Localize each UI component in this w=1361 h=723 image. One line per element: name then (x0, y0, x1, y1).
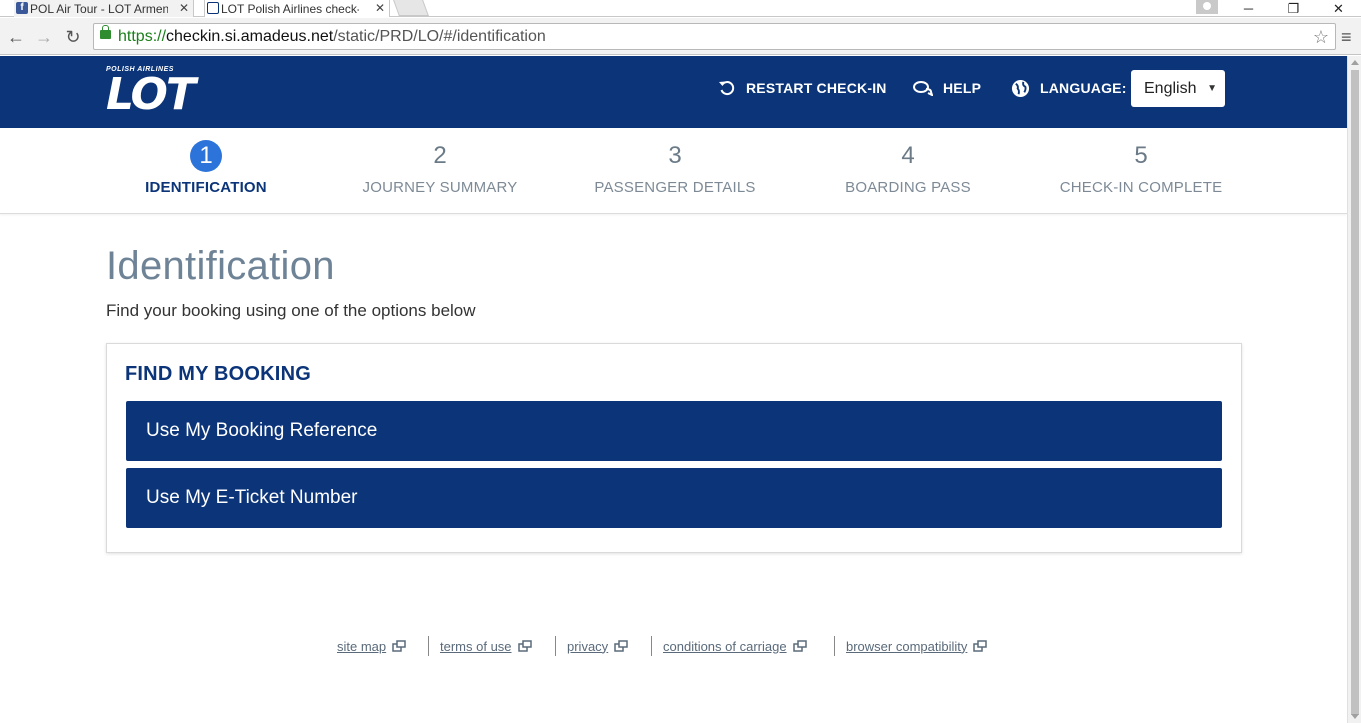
step-boarding-pass: 4 BOARDING PASS (798, 140, 1018, 196)
footer-link-label: conditions of carriage (663, 638, 787, 654)
step-number: 4 (901, 142, 915, 169)
url-path: /static/PRD/LO/#/identification (333, 28, 546, 45)
footer-link-label: site map (337, 638, 387, 654)
step-checkin-complete: 5 CHECK-IN COMPLETE (1031, 140, 1251, 196)
tab-title: LOT Polish Airlines check-i (221, 1, 359, 16)
dropdown-caret-icon: ▼ (1207, 83, 1217, 94)
lot-logo[interactable]: POLISH AIRLINES LOT (106, 66, 221, 118)
browser-toolbar: ← → ↻ https://checkin.si.amadeus.net/sta… (0, 18, 1361, 55)
footer-divider (651, 636, 652, 656)
globe-icon (1011, 79, 1030, 97)
address-bar[interactable]: https://checkin.si.amadeus.net/static/PR… (93, 23, 1336, 50)
close-tab-icon[interactable]: ✕ (179, 1, 189, 15)
step-number: 5 (1134, 142, 1148, 169)
language-value: English (1144, 80, 1197, 97)
external-link-icon (614, 640, 628, 652)
facebook-icon: f (16, 2, 28, 14)
url-scheme: https:// (118, 28, 167, 45)
restart-icon (719, 81, 735, 96)
browser-tab-lot[interactable]: LOT Polish Airlines check-i ✕ (204, 0, 390, 17)
language-label-group: LANGUAGE: (1011, 78, 1127, 98)
new-tab-button[interactable] (393, 0, 429, 16)
step-number: 2 (433, 142, 447, 169)
step-label: JOURNEY SUMMARY (362, 179, 518, 196)
footer-link-label: browser compatibility (846, 638, 968, 654)
step-identification: 1 IDENTIFICATION (96, 140, 316, 196)
footer-link-terms-of-use[interactable]: terms of use (440, 636, 532, 656)
url-host: checkin.si.amadeus.net (166, 28, 334, 45)
page-scrollbar[interactable] (1347, 56, 1361, 723)
browser-tab-bar: f POL Air Tour - LOT Armeni ✕ LOT Polish… (0, 0, 1361, 17)
scroll-down-arrow-icon[interactable] (1351, 714, 1359, 719)
card-title: FIND MY BOOKING (125, 363, 311, 385)
page-subtitle: Find your booking using one of the optio… (106, 301, 476, 320)
restart-label: RESTART CHECK-IN (746, 80, 887, 96)
restart-checkin-link[interactable]: RESTART CHECK-IN (718, 78, 887, 98)
user-profile-icon[interactable] (1196, 0, 1218, 14)
step-number: 1 (190, 140, 222, 172)
footer-divider (428, 636, 429, 656)
reload-icon[interactable]: ↻ (62, 26, 84, 48)
close-tab-icon[interactable]: ✕ (375, 1, 385, 15)
scroll-up-arrow-icon[interactable] (1351, 60, 1359, 65)
logo-wordmark: LOT (106, 69, 196, 120)
footer-divider (834, 636, 835, 656)
step-label: PASSENGER DETAILS (594, 179, 756, 196)
lot-favicon-icon (207, 2, 219, 14)
footer-link-site-map[interactable]: site map (337, 636, 406, 656)
external-link-icon (392, 640, 406, 652)
back-arrow-icon[interactable]: ← (5, 26, 27, 48)
minimize-icon[interactable]: ─ (1226, 0, 1271, 17)
step-label: CHECK-IN COMPLETE (1059, 179, 1223, 196)
scroll-thumb[interactable] (1351, 70, 1359, 715)
bookmark-star-icon[interactable]: ☆ (1313, 25, 1329, 50)
find-booking-card: FIND MY BOOKING Use My Booking Reference… (106, 343, 1242, 553)
step-label: BOARDING PASS (845, 179, 971, 196)
forward-arrow-icon[interactable]: → (33, 26, 55, 48)
use-booking-reference-button[interactable]: Use My Booking Reference (126, 401, 1222, 461)
language-label: LANGUAGE: (1040, 80, 1127, 96)
footer-divider (555, 636, 556, 656)
chrome-menu-icon[interactable]: ≡ (1341, 27, 1355, 47)
footer-link-conditions-of-carriage[interactable]: conditions of carriage (663, 636, 807, 656)
external-link-icon (517, 640, 532, 652)
restore-icon[interactable]: ❐ (1271, 0, 1316, 17)
footer-link-label: terms of use (440, 638, 512, 654)
use-eticket-number-button[interactable]: Use My E-Ticket Number (126, 468, 1222, 528)
footer-link-browser-compatibility[interactable]: browser compatibility (846, 636, 988, 656)
language-select[interactable]: English ▼ (1131, 70, 1225, 107)
external-link-icon (973, 640, 988, 652)
help-link[interactable]: HELP (913, 78, 981, 98)
chat-bubbles-icon (913, 81, 933, 96)
step-passenger-details: 3 PASSENGER DETAILS (565, 140, 785, 196)
browser-tab-facebook[interactable]: f POL Air Tour - LOT Armeni ✕ (14, 0, 194, 17)
footer-links: site map terms of use privacy conditions… (0, 636, 1347, 656)
checkin-progress-steps: 1 IDENTIFICATION 2 JOURNEY SUMMARY 3 PAS… (0, 128, 1347, 214)
page-title: Identification (106, 244, 335, 288)
help-label: HELP (943, 80, 982, 96)
external-link-icon (792, 640, 807, 652)
window-close-icon[interactable]: ✕ (1316, 0, 1361, 17)
step-number: 3 (668, 142, 682, 169)
step-journey-summary: 2 JOURNEY SUMMARY (330, 140, 550, 196)
footer-link-privacy[interactable]: privacy (567, 636, 628, 656)
footer-link-label: privacy (567, 638, 609, 654)
step-label: IDENTIFICATION (145, 179, 267, 196)
lock-icon (100, 25, 111, 39)
tab-title: POL Air Tour - LOT Armeni (30, 1, 168, 16)
site-header: POLISH AIRLINES LOT RESTART CHECK-IN HEL… (0, 56, 1347, 128)
